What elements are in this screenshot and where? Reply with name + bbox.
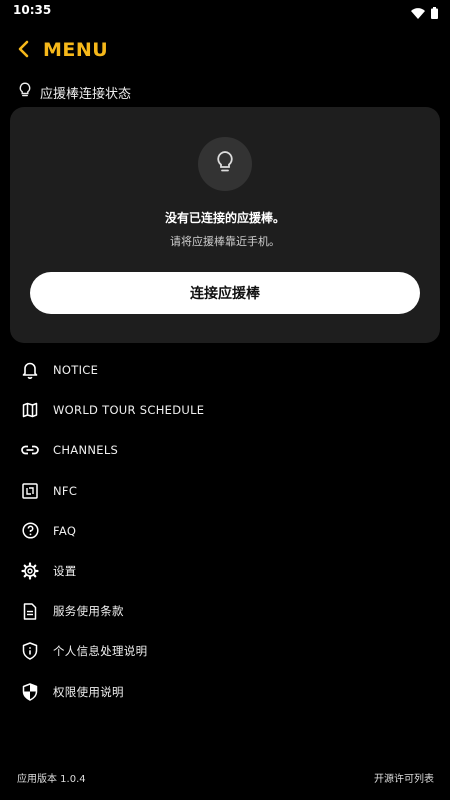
status-time: 10:35 bbox=[13, 3, 52, 17]
map-icon bbox=[20, 400, 40, 420]
back-button[interactable] bbox=[10, 38, 36, 64]
info-shield-icon bbox=[20, 641, 40, 661]
gear-icon bbox=[20, 561, 40, 581]
menu-item-permissions[interactable]: 权限使用说明 bbox=[0, 672, 450, 712]
empty-state-subtitle: 请将应援棒靠近手机。 bbox=[170, 235, 280, 248]
shield-icon bbox=[20, 682, 40, 702]
menu-item-nfc[interactable]: NFC bbox=[0, 471, 450, 511]
menu-item-privacy-policy[interactable]: 个人信息处理说明 bbox=[0, 631, 450, 671]
menu-item-notice[interactable]: NOTICE bbox=[0, 350, 450, 390]
link-icon bbox=[20, 440, 40, 460]
nfc-icon bbox=[20, 481, 40, 501]
menu-item-channels[interactable]: CHANNELS bbox=[0, 430, 450, 470]
bell-icon bbox=[20, 360, 40, 380]
app-version: 应用版本 1.0.4 bbox=[17, 774, 86, 785]
wifi-icon bbox=[411, 4, 425, 23]
connection-status-card: 没有已连接的应援棒。 请将应援棒靠近手机。 连接应援棒 bbox=[10, 107, 440, 343]
menu-item-terms-of-service[interactable]: 服务使用条款 bbox=[0, 591, 450, 631]
menu-list: NOTICE WORLD TOUR SCHEDULE CHANNELS NFC … bbox=[0, 350, 450, 712]
menu-item-label: 权限使用说明 bbox=[53, 684, 124, 699]
menu-item-label: 服务使用条款 bbox=[53, 604, 124, 619]
lightbulb-icon bbox=[215, 150, 235, 178]
chevron-left-icon bbox=[16, 40, 30, 62]
menu-item-label: 设置 bbox=[53, 564, 77, 579]
menu-item-label: NFC bbox=[53, 483, 78, 498]
top-bar: MENU bbox=[0, 34, 450, 68]
status-bar: 10:35 bbox=[0, 0, 450, 22]
open-source-licenses-link[interactable]: 开源许可列表 bbox=[374, 770, 434, 785]
menu-item-settings[interactable]: 设置 bbox=[0, 551, 450, 591]
menu-item-world-tour-schedule[interactable]: WORLD TOUR SCHEDULE bbox=[0, 390, 450, 430]
connect-lightstick-button[interactable]: 连接应援棒 bbox=[30, 272, 420, 314]
menu-item-label: CHANNELS bbox=[53, 443, 119, 458]
status-icons bbox=[411, 4, 438, 23]
lightbulb-badge bbox=[198, 137, 252, 191]
menu-item-label: WORLD TOUR SCHEDULE bbox=[53, 403, 205, 418]
page-title: MENU bbox=[43, 39, 109, 61]
section-label: 应援棒连接状态 bbox=[40, 86, 132, 102]
lightstick-section-header: 应援棒连接状态 bbox=[18, 82, 131, 102]
battery-icon bbox=[431, 4, 438, 23]
document-icon bbox=[20, 601, 40, 621]
menu-item-label: FAQ bbox=[53, 523, 77, 538]
menu-item-faq[interactable]: FAQ bbox=[0, 511, 450, 551]
menu-item-label: NOTICE bbox=[53, 363, 99, 378]
lightbulb-icon bbox=[18, 82, 32, 102]
help-circle-icon bbox=[20, 521, 40, 541]
empty-state-title: 没有已连接的应援棒。 bbox=[164, 211, 285, 225]
menu-item-label: 个人信息处理说明 bbox=[53, 644, 148, 659]
